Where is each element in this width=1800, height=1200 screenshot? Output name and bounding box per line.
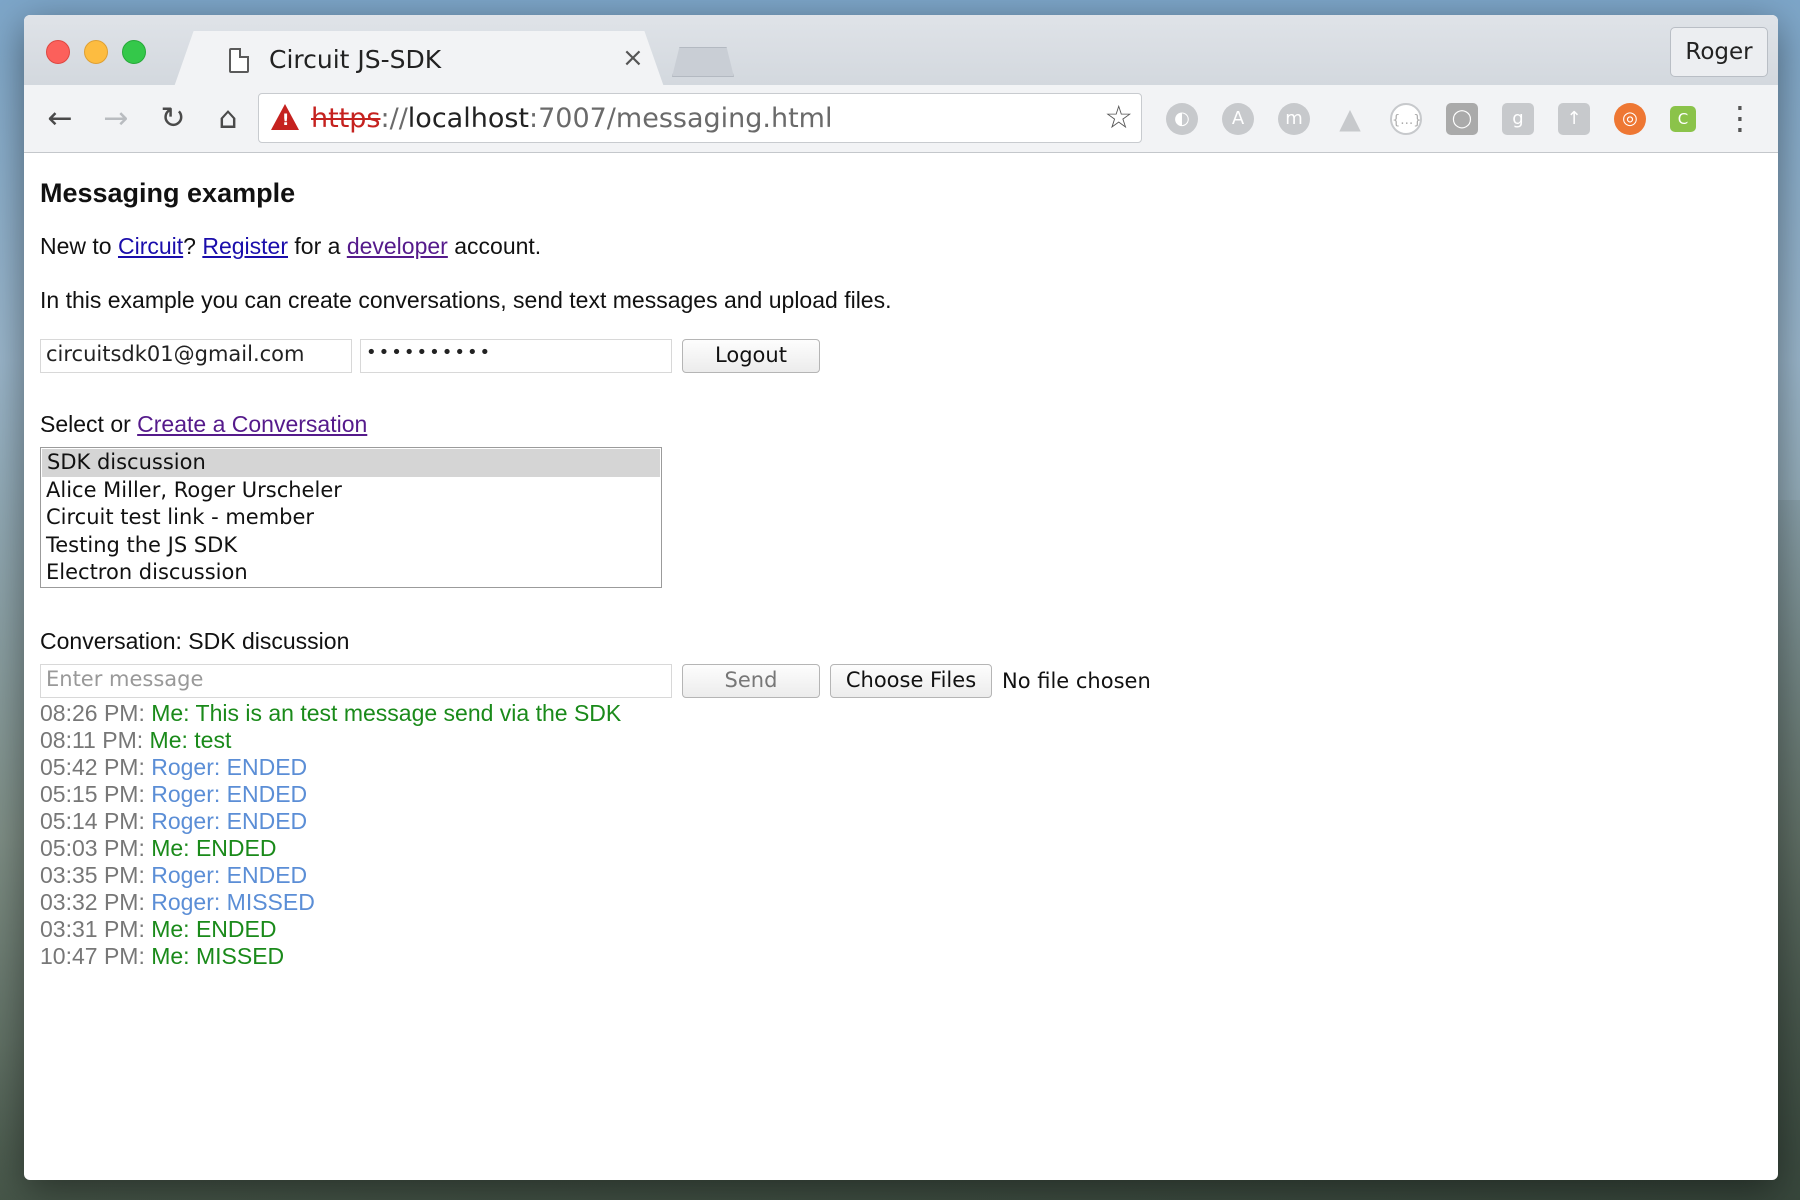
intro-text-2: ? [183,233,203,259]
page-content: Messaging example New to Circuit? Regist… [24,154,1778,1180]
message-time: 05:14 PM: [40,808,152,834]
message-time: 08:26 PM: [40,700,152,726]
message-text: Roger: MISSED [151,889,315,915]
forward-arrow-icon[interactable]: → [94,97,138,141]
reload-icon[interactable]: ↻ [151,97,195,141]
extension-icon[interactable]: ◐ [1166,103,1198,135]
select-label: Select or Create a Conversation [40,409,1762,439]
browser-window: Circuit JS-SDK × Roger ← → ↻ ⌂ ! https:/… [24,15,1778,1180]
message-text: Me: MISSED [151,943,285,969]
message-time: 03:35 PM: [40,862,152,888]
page-title: Messaging example [40,178,296,208]
message-time: 05:15 PM: [40,781,152,807]
message-feed: 08:26 PM: Me: This is an test message se… [40,700,1762,970]
not-secure-warning-icon[interactable]: ! [271,104,299,130]
circuit-link[interactable]: Circuit [118,233,183,259]
message-item: 03:31 PM: Me: ENDED [40,916,1762,943]
select-prefix: Select or [40,411,138,437]
password-field[interactable]: •••••••••• [360,339,672,373]
intro-line: New to Circuit? Register for a developer… [40,231,1762,261]
profile-button[interactable]: Roger [1670,27,1768,77]
address-bar[interactable]: ! https://localhost:7007/messaging.html … [258,93,1142,143]
create-conversation-link[interactable]: Create a Conversation [137,411,367,437]
logout-button[interactable]: Logout [682,339,820,373]
tab-bar: Circuit JS-SDK × Roger [24,15,1778,87]
message-item: 08:11 PM: Me: test [40,727,1762,754]
conversation-option[interactable]: SDK discussion [42,449,660,477]
message-item: 10:47 PM: Me: MISSED [40,943,1762,970]
developer-link[interactable]: developer [347,233,448,259]
intro-text-4: account. [447,233,542,259]
conversation-option[interactable]: Alice Miller, Roger Urscheler [41,477,661,505]
send-button[interactable]: Send [682,664,820,698]
message-text: Me: ENDED [151,835,277,861]
browser-toolbar: ← → ↻ ⌂ ! https://localhost:7007/messagi… [24,85,1778,153]
conversation-option[interactable]: Testing the JS SDK [41,532,661,560]
register-link[interactable]: Register [202,233,288,259]
message-text: Roger: ENDED [151,862,308,888]
bookmark-star-icon[interactable]: ☆ [1104,98,1133,136]
lifebuoy-icon[interactable]: ◎ [1614,103,1646,135]
message-item: 08:26 PM: Me: This is an test message se… [40,700,1762,727]
message-time: 08:11 PM: [40,727,150,753]
url-path: :7007/messaging.html [529,103,833,134]
choose-files-button[interactable]: Choose Files [830,664,992,698]
tab-active[interactable]: Circuit JS-SDK × [174,31,664,87]
url-host: localhost [407,103,529,134]
message-input[interactable]: Enter message [40,664,672,698]
no-file-chosen-text: No file chosen [1002,669,1151,693]
m-icon[interactable]: m [1278,103,1310,135]
message-text: Me: test [149,727,232,753]
intro-text-1: New to [40,233,118,259]
message-text: Me: This is an test message send via the… [151,700,622,726]
url-separator: :// [380,103,408,134]
drive-icon[interactable]: ▲ [1334,103,1366,135]
document-icon [229,48,249,73]
message-time: 10:47 PM: [40,943,152,969]
message-compose-row: Enter message Send Choose Files No file … [40,664,1762,698]
message-time: 03:31 PM: [40,916,152,942]
conversation-option[interactable]: Circuit test link - member [41,504,661,532]
translate-icon[interactable]: ↑ [1558,103,1590,135]
conversation-listbox[interactable]: SDK discussion Alice Miller, Roger Ursche… [40,447,662,588]
message-item: 03:35 PM: Roger: ENDED [40,862,1762,889]
maximize-window-button[interactable] [122,40,146,64]
window-controls [46,40,146,64]
message-item: 03:32 PM: Roger: MISSED [40,889,1762,916]
message-time: 03:32 PM: [40,889,152,915]
google-icon[interactable]: g [1502,103,1534,135]
home-icon[interactable]: ⌂ [206,97,250,141]
login-row: circuitsdk01@gmail.com •••••••••• Logout [40,339,1762,373]
angular-icon[interactable]: A [1222,103,1254,135]
intro-text-3: for a [288,233,347,259]
tab-close-icon[interactable]: × [622,43,644,73]
message-text: Roger: ENDED [151,754,308,780]
menu-kebab-icon[interactable]: ⋮ [1724,98,1756,138]
description-text: In this example you can create conversat… [40,287,892,313]
message-item: 05:03 PM: Me: ENDED [40,835,1762,862]
message-item: 05:42 PM: Roger: ENDED [40,754,1762,781]
message-time: 05:03 PM: [40,835,152,861]
message-text: Roger: ENDED [151,781,308,807]
c-icon[interactable]: C [1670,106,1696,132]
braces-icon[interactable]: {…} [1390,103,1422,135]
box-icon[interactable]: ◯ [1446,103,1478,135]
message-item: 05:15 PM: Roger: ENDED [40,781,1762,808]
url-scheme: https [311,103,381,134]
email-field[interactable]: circuitsdk01@gmail.com [40,339,352,373]
message-text: Roger: ENDED [151,808,308,834]
new-tab-button[interactable] [672,47,734,77]
close-window-button[interactable] [46,40,70,64]
conversation-title: Conversation: SDK discussion [40,628,350,654]
message-item: 05:14 PM: Roger: ENDED [40,808,1762,835]
tab-title: Circuit JS-SDK [269,45,442,74]
minimize-window-button[interactable] [84,40,108,64]
message-time: 05:42 PM: [40,754,152,780]
back-arrow-icon[interactable]: ← [38,97,82,141]
message-text: Me: ENDED [151,916,277,942]
conversation-option[interactable]: Electron discussion [41,559,661,587]
url-text: https://localhost:7007/messaging.html [311,103,832,134]
